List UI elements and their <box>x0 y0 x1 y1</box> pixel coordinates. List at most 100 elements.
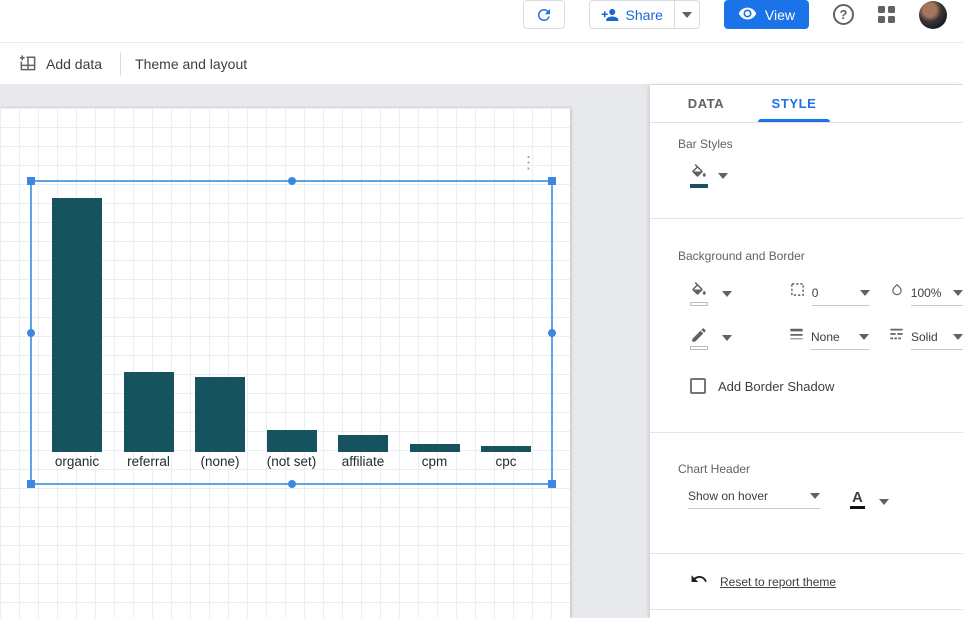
help-icon[interactable]: ? <box>833 4 854 25</box>
selection-handle[interactable] <box>27 177 35 185</box>
tab-data[interactable]: DATA <box>662 85 750 122</box>
add-border-shadow-checkbox-row[interactable]: Add Border Shadow <box>690 378 963 394</box>
section-footer: Reset to report theme <box>650 554 963 609</box>
selection-handle[interactable] <box>288 177 296 185</box>
bar-group: cpc <box>481 446 531 471</box>
bar[interactable] <box>52 198 102 452</box>
eye-icon <box>738 4 757 26</box>
top-app-bar: Share View ? <box>0 0 963 43</box>
bar-label: affiliate <box>342 453 385 471</box>
bar-group: affiliate <box>338 435 388 471</box>
add-data-button[interactable]: Add data <box>18 53 102 75</box>
bar-label: organic <box>55 453 99 471</box>
undo-icon <box>690 570 708 593</box>
apps-grid-icon[interactable] <box>878 6 895 23</box>
font-color-icon: A <box>850 490 865 509</box>
bar-group: organic <box>52 198 102 471</box>
selection-handle[interactable] <box>288 480 296 488</box>
opacity-value: 100% <box>911 286 942 300</box>
view-button[interactable]: View <box>724 0 809 29</box>
theme-and-layout-label: Theme and layout <box>135 56 247 72</box>
selection-handle[interactable] <box>548 480 556 488</box>
bar-label: (none) <box>200 453 239 471</box>
reset-to-theme-button[interactable]: Reset to report theme <box>690 570 963 593</box>
selection-handle[interactable] <box>548 177 556 185</box>
section-divider <box>650 609 963 610</box>
corner-radius-icon <box>790 282 805 302</box>
report-canvas[interactable]: ⋮ organic referral (none) (not set) affiliat… <box>0 108 570 618</box>
chart-header-visibility-dropdown[interactable]: Show on hover <box>688 489 820 509</box>
chevron-down-icon <box>682 12 692 18</box>
toolbar-divider <box>120 52 121 76</box>
corner-radius-dropdown[interactable]: 0 <box>812 286 870 306</box>
bar-styles-title: Bar Styles <box>678 137 963 151</box>
reset-to-theme-label: Reset to report theme <box>720 575 836 589</box>
border-weight-dropdown[interactable]: None <box>811 330 869 350</box>
background-color-swatch <box>690 302 708 306</box>
bar-group: (not set) <box>267 430 317 471</box>
opacity-dropdown[interactable]: 100% <box>911 286 963 306</box>
border-weight-value: None <box>811 330 840 344</box>
selection-handle[interactable] <box>548 329 556 337</box>
add-border-shadow-label: Add Border Shadow <box>718 379 834 394</box>
bar-group: cpm <box>410 444 460 471</box>
chart-header-font-color-button[interactable]: A <box>850 490 889 509</box>
bar-group: (none) <box>195 377 245 471</box>
border-style-value: Solid <box>911 330 938 344</box>
border-color-dropdown[interactable] <box>712 331 732 345</box>
bar[interactable] <box>124 372 174 452</box>
chart-header-visibility-value: Show on hover <box>688 489 768 503</box>
view-button-label: View <box>765 7 795 23</box>
bar-chart-bars: organic referral (none) (not set) affiliate c… <box>52 198 531 471</box>
bar-color-swatch <box>690 184 708 188</box>
font-color-dropdown[interactable] <box>875 495 889 509</box>
border-weight-icon <box>789 327 804 346</box>
corner-radius-value: 0 <box>812 286 819 300</box>
selection-handle[interactable] <box>27 329 35 337</box>
background-color-icon[interactable] <box>690 282 708 306</box>
section-chart-header: Chart Header Show on hover A <box>650 433 963 553</box>
properties-panel: DATA STYLE Bar Styles Background and Bor… <box>650 85 963 618</box>
bar-group: referral <box>124 372 174 471</box>
bar-label: cpc <box>495 453 516 471</box>
bar[interactable] <box>410 444 460 452</box>
selection-handle[interactable] <box>27 480 35 488</box>
opacity-icon <box>890 282 904 302</box>
refresh-icon <box>535 6 553 24</box>
border-style-dropdown[interactable]: Solid <box>911 330 963 350</box>
chart-header-title: Chart Header <box>678 462 963 476</box>
bar-label: cpm <box>422 453 448 471</box>
edit-toolbar: Add data Theme and layout <box>0 43 963 85</box>
share-split-button: Share <box>589 0 700 29</box>
theme-and-layout-button[interactable]: Theme and layout <box>135 56 247 72</box>
workspace: ⋮ organic referral (none) (not set) affiliat… <box>0 85 963 618</box>
bar[interactable] <box>267 430 317 452</box>
border-style-icon <box>889 327 904 346</box>
tab-style[interactable]: STYLE <box>750 85 838 122</box>
border-color-swatch <box>690 346 708 350</box>
bar[interactable] <box>195 377 245 452</box>
bar-fill-color-dropdown[interactable] <box>708 169 728 183</box>
bar-label: referral <box>127 453 170 471</box>
section-background-border: Background and Border 0 <box>650 219 963 432</box>
add-data-label: Add data <box>46 56 102 72</box>
refresh-button[interactable] <box>523 0 565 29</box>
border-color-icon[interactable] <box>690 326 708 350</box>
panel-tabs: DATA STYLE <box>650 85 963 123</box>
section-bar-styles: Bar Styles <box>650 123 963 218</box>
bar[interactable] <box>481 446 531 452</box>
avatar[interactable] <box>919 1 947 29</box>
person-add-icon <box>601 6 619 24</box>
bar-label: (not set) <box>267 453 317 471</box>
background-border-title: Background and Border <box>678 249 963 263</box>
bar-fill-color-icon[interactable] <box>690 164 708 188</box>
checkbox-icon[interactable] <box>690 378 706 394</box>
add-data-icon <box>18 53 37 75</box>
share-button[interactable]: Share <box>589 0 675 29</box>
share-button-label: Share <box>626 7 663 23</box>
background-color-dropdown[interactable] <box>712 287 732 301</box>
bar-chart[interactable]: organic referral (none) (not set) affiliate c… <box>30 180 553 485</box>
bar[interactable] <box>338 435 388 452</box>
chart-options-menu[interactable]: ⋮ <box>520 154 536 172</box>
share-options-button[interactable] <box>675 0 700 29</box>
